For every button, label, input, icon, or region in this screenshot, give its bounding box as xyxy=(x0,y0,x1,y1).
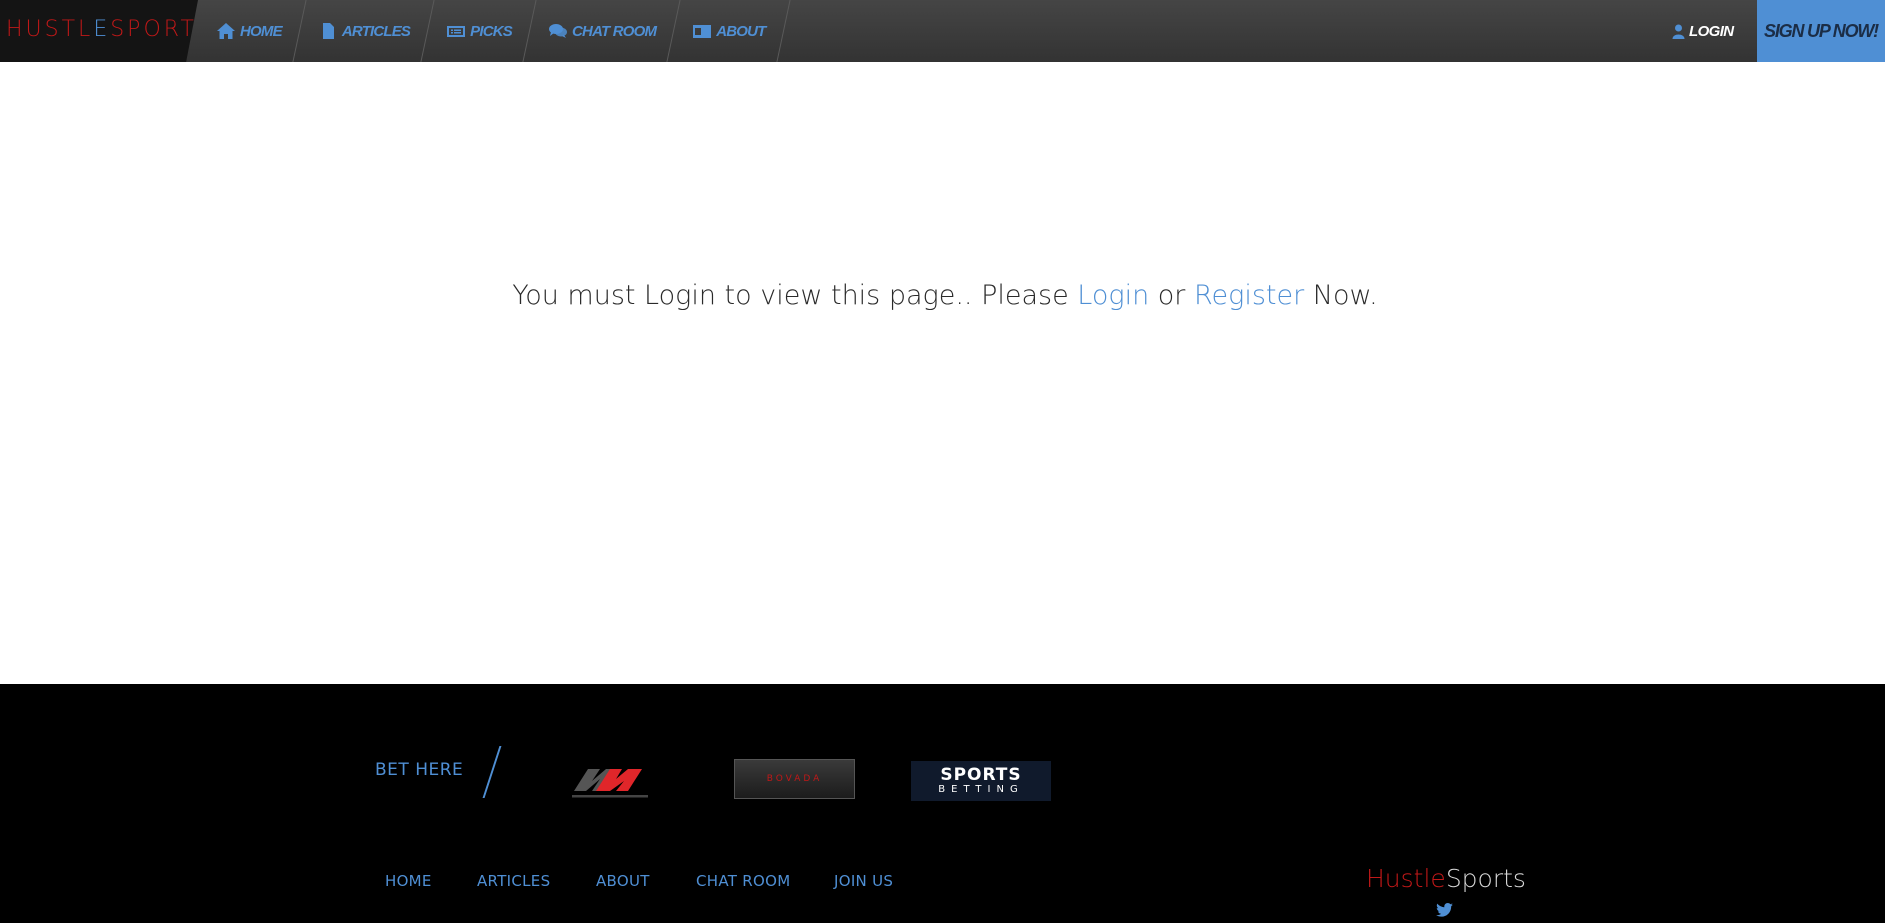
home-icon xyxy=(217,23,235,39)
or-text: or xyxy=(1149,280,1194,311)
nav-item-label: PICKS xyxy=(470,22,513,40)
footer-brand: HustleSports xyxy=(1366,864,1526,893)
register-text-link[interactable]: Register xyxy=(1194,280,1304,311)
twitter-icon xyxy=(1436,903,1453,917)
main-content: You must Login to view this page.. Pleas… xyxy=(0,62,1885,684)
login-label: LOGIN xyxy=(1689,22,1734,40)
footer-brand-part2: Sports xyxy=(1445,864,1526,893)
nitrogen-sports-logo[interactable] xyxy=(570,757,650,803)
document-icon xyxy=(322,23,334,39)
logo-text-part1: HUSTL xyxy=(6,17,94,42)
ticket-icon xyxy=(447,26,466,37)
login-text-link[interactable]: Login xyxy=(1077,280,1149,311)
sportsbetting-logo[interactable]: SPORTS BETTING xyxy=(911,761,1051,801)
main-nav: HOME ARTICLES PICKS CHAT ROOM ABOUT xyxy=(198,0,784,62)
sportsbetting-line2: BETTING xyxy=(938,783,1024,795)
message-suffix: Now. xyxy=(1304,280,1378,311)
login-required-message: You must Login to view this page.. Pleas… xyxy=(0,280,1885,311)
bovada-logo[interactable]: BOVADA xyxy=(734,759,855,799)
site-logo[interactable]: HUSTLESPORTS xyxy=(6,17,198,42)
sign-up-button[interactable]: SIGN UP NOW! xyxy=(1757,0,1885,62)
footer-link-join-us[interactable]: JOIN US xyxy=(834,872,893,890)
chat-icon xyxy=(549,24,567,38)
logo-box: HUSTLESPORTS xyxy=(0,0,198,62)
sportsbetting-line1: SPORTS xyxy=(940,764,1022,785)
nav-item-label: HOME xyxy=(240,22,283,40)
footer-link-chat-room[interactable]: CHAT ROOM xyxy=(696,872,790,890)
footer-link-about[interactable]: ABOUT xyxy=(596,872,650,890)
bet-here-label: BET HERE xyxy=(375,760,464,780)
nav-item-chat-room[interactable]: CHAT ROOM xyxy=(530,0,674,62)
nav-item-label: CHAT ROOM xyxy=(572,22,657,40)
nav-item-home[interactable]: HOME xyxy=(198,0,300,62)
footer-link-articles[interactable]: ARTICLES xyxy=(477,872,550,890)
nav-item-label: ARTICLES xyxy=(341,22,411,40)
bovada-label: BOVADA xyxy=(766,774,823,784)
top-navbar: HUSTLESPORTS HOME ARTICLES PICKS CHAT RO… xyxy=(0,0,1885,62)
login-link[interactable]: LOGIN xyxy=(1672,0,1734,62)
footer-brand-part1: Hustle xyxy=(1366,864,1446,893)
footer-link-home[interactable]: HOME xyxy=(385,872,432,890)
logo-text-part2: E xyxy=(93,17,111,42)
nav-item-picks[interactable]: PICKS xyxy=(428,0,530,62)
divider-slash xyxy=(482,746,502,798)
twitter-link[interactable] xyxy=(1436,902,1453,917)
id-card-icon xyxy=(693,25,712,38)
nav-item-about[interactable]: ABOUT xyxy=(674,0,783,62)
nav-item-label: ABOUT xyxy=(716,22,766,40)
footer: BET HERE BOVADA SPORTS BETTING HOME ARTI… xyxy=(0,684,1885,923)
nav-item-articles[interactable]: ARTICLES xyxy=(300,0,428,62)
user-icon xyxy=(1672,24,1685,39)
message-prefix: You must Login to view this page.. Pleas… xyxy=(512,280,1078,311)
